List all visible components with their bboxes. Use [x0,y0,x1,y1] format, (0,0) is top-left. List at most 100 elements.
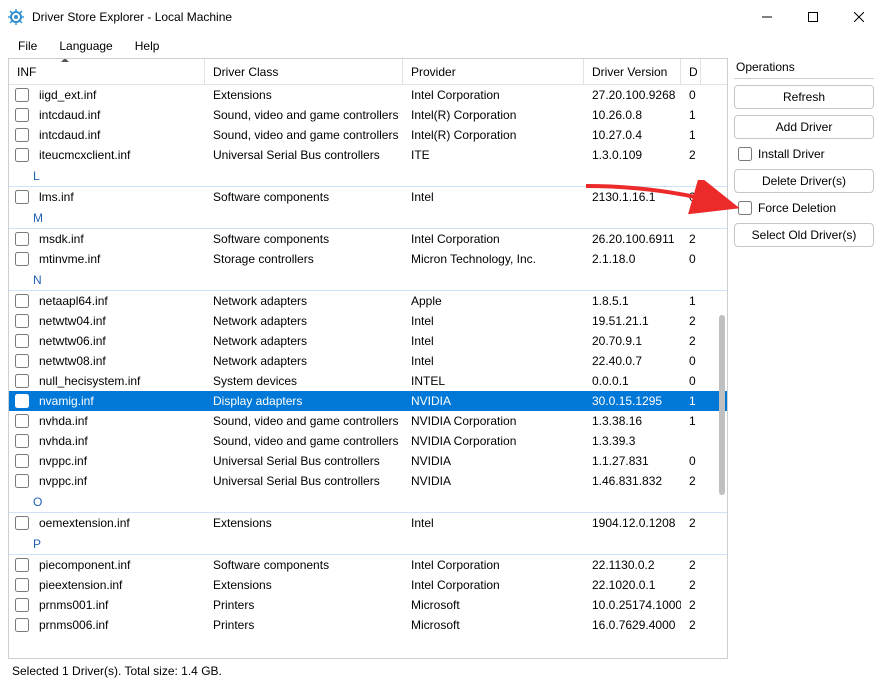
table-row[interactable]: prnms001.infPrintersMicrosoft10.0.25174.… [9,595,727,615]
cell-version: 1.3.38.16 [584,414,681,428]
column-driver-class[interactable]: Driver Class [205,59,403,84]
row-checkbox[interactable] [9,128,31,142]
row-checkbox[interactable] [9,434,31,448]
vertical-scrollbar[interactable] [711,85,727,658]
cell-inf: iteucmcxclient.inf [31,148,205,162]
table-row[interactable]: msdk.infSoftware componentsIntel Corpora… [9,229,727,249]
row-checkbox[interactable] [9,474,31,488]
table-row[interactable]: nvppc.infUniversal Serial Bus controller… [9,471,727,491]
cell-provider: Intel Corporation [403,558,584,572]
row-checkbox[interactable] [9,252,31,266]
row-checkbox[interactable] [9,334,31,348]
group-header[interactable]: P [9,533,727,555]
row-checkbox[interactable] [9,314,31,328]
cell-provider: Intel [403,314,584,328]
row-checkbox[interactable] [9,454,31,468]
delete-drivers-button[interactable]: Delete Driver(s) [734,169,874,193]
maximize-button[interactable] [790,0,836,34]
cell-inf: pieextension.inf [31,578,205,592]
row-checkbox[interactable] [9,578,31,592]
row-checkbox[interactable] [9,414,31,428]
cell-d: 2 [681,148,701,162]
cell-inf: intcdaud.inf [31,128,205,142]
table-row[interactable]: iigd_ext.infExtensionsIntel Corporation2… [9,85,727,105]
cell-provider: NVIDIA Corporation [403,414,584,428]
row-checkbox[interactable] [9,394,31,408]
cell-inf: intcdaud.inf [31,108,205,122]
row-checkbox[interactable] [9,558,31,572]
table-row[interactable]: piecomponent.infSoftware componentsIntel… [9,555,727,575]
cell-d: 1 [681,128,701,142]
menu-language[interactable]: Language [51,37,120,55]
table-row[interactable]: mtinvme.infStorage controllersMicron Tec… [9,249,727,269]
force-deletion-checkbox[interactable]: Force Deletion [734,199,874,217]
add-driver-button[interactable]: Add Driver [734,115,874,139]
menu-help[interactable]: Help [127,37,168,55]
cell-provider: Intel [403,516,584,530]
column-d[interactable]: D [681,59,701,84]
cell-version: 2.1.18.0 [584,252,681,266]
table-row[interactable]: lms.infSoftware componentsIntel2130.1.16… [9,187,727,207]
table-row[interactable]: nvhda.infSound, video and game controlle… [9,431,727,451]
group-header[interactable]: L [9,165,727,187]
group-header[interactable]: N [9,269,727,291]
cell-inf: null_hecisystem.inf [31,374,205,388]
row-checkbox[interactable] [9,190,31,204]
table-row[interactable]: iteucmcxclient.infUniversal Serial Bus c… [9,145,727,165]
select-old-drivers-button[interactable]: Select Old Driver(s) [734,223,874,247]
scrollbar-thumb[interactable] [719,315,725,495]
cell-d: 1 [681,294,701,308]
table-row[interactable]: netwtw04.infNetwork adaptersIntel19.51.2… [9,311,727,331]
table-row[interactable]: pieextension.infExtensionsIntel Corporat… [9,575,727,595]
row-checkbox[interactable] [9,598,31,612]
cell-inf: nvppc.inf [31,454,205,468]
group-header[interactable]: O [9,491,727,513]
cell-d: 0 [681,252,701,266]
row-checkbox[interactable] [9,354,31,368]
column-inf[interactable]: INF [9,59,205,84]
cell-driverclass: Network adapters [205,294,403,308]
row-checkbox[interactable] [9,232,31,246]
checkbox-icon [738,201,752,215]
cell-d: 0 [681,374,701,388]
row-checkbox[interactable] [9,148,31,162]
cell-inf: msdk.inf [31,232,205,246]
cell-inf: netwtw04.inf [31,314,205,328]
menu-file[interactable]: File [10,37,45,55]
table-row[interactable]: netwtw06.infNetwork adaptersIntel20.70.9… [9,331,727,351]
row-checkbox[interactable] [9,374,31,388]
cell-inf: nvhda.inf [31,434,205,448]
table-row[interactable]: intcdaud.infSound, video and game contro… [9,125,727,145]
table-row[interactable]: nvhda.infSound, video and game controlle… [9,411,727,431]
list-body[interactable]: iigd_ext.infExtensionsIntel Corporation2… [9,85,727,658]
row-checkbox[interactable] [9,108,31,122]
refresh-button[interactable]: Refresh [734,85,874,109]
row-checkbox[interactable] [9,618,31,632]
install-driver-checkbox[interactable]: Install Driver [734,145,874,163]
row-checkbox[interactable] [9,88,31,102]
close-button[interactable] [836,0,882,34]
cell-driverclass: Display adapters [205,394,403,408]
table-row[interactable]: nvppc.infUniversal Serial Bus controller… [9,451,727,471]
row-checkbox[interactable] [9,294,31,308]
group-header[interactable]: M [9,207,727,229]
cell-inf: nvhda.inf [31,414,205,428]
table-row[interactable]: oemextension.infExtensionsIntel1904.12.0… [9,513,727,533]
cell-d: 2 [681,232,701,246]
cell-d: 0 [681,88,701,102]
table-row[interactable]: netaapl64.infNetwork adaptersApple1.8.5.… [9,291,727,311]
cell-provider: Intel Corporation [403,578,584,592]
cell-provider: NVIDIA [403,474,584,488]
table-row[interactable]: nvamig.infDisplay adaptersNVIDIA30.0.15.… [9,391,727,411]
table-row[interactable]: null_hecisystem.infSystem devicesINTEL0.… [9,371,727,391]
table-row[interactable]: intcdaud.infSound, video and game contro… [9,105,727,125]
column-provider[interactable]: Provider [403,59,584,84]
cell-provider: Intel(R) Corporation [403,128,584,142]
cell-inf: prnms006.inf [31,618,205,632]
table-row[interactable]: prnms006.infPrintersMicrosoft16.0.7629.4… [9,615,727,635]
column-driver-version[interactable]: Driver Version [584,59,681,84]
minimize-button[interactable] [744,0,790,34]
cell-inf: nvppc.inf [31,474,205,488]
table-row[interactable]: netwtw08.infNetwork adaptersIntel22.40.0… [9,351,727,371]
row-checkbox[interactable] [9,516,31,530]
